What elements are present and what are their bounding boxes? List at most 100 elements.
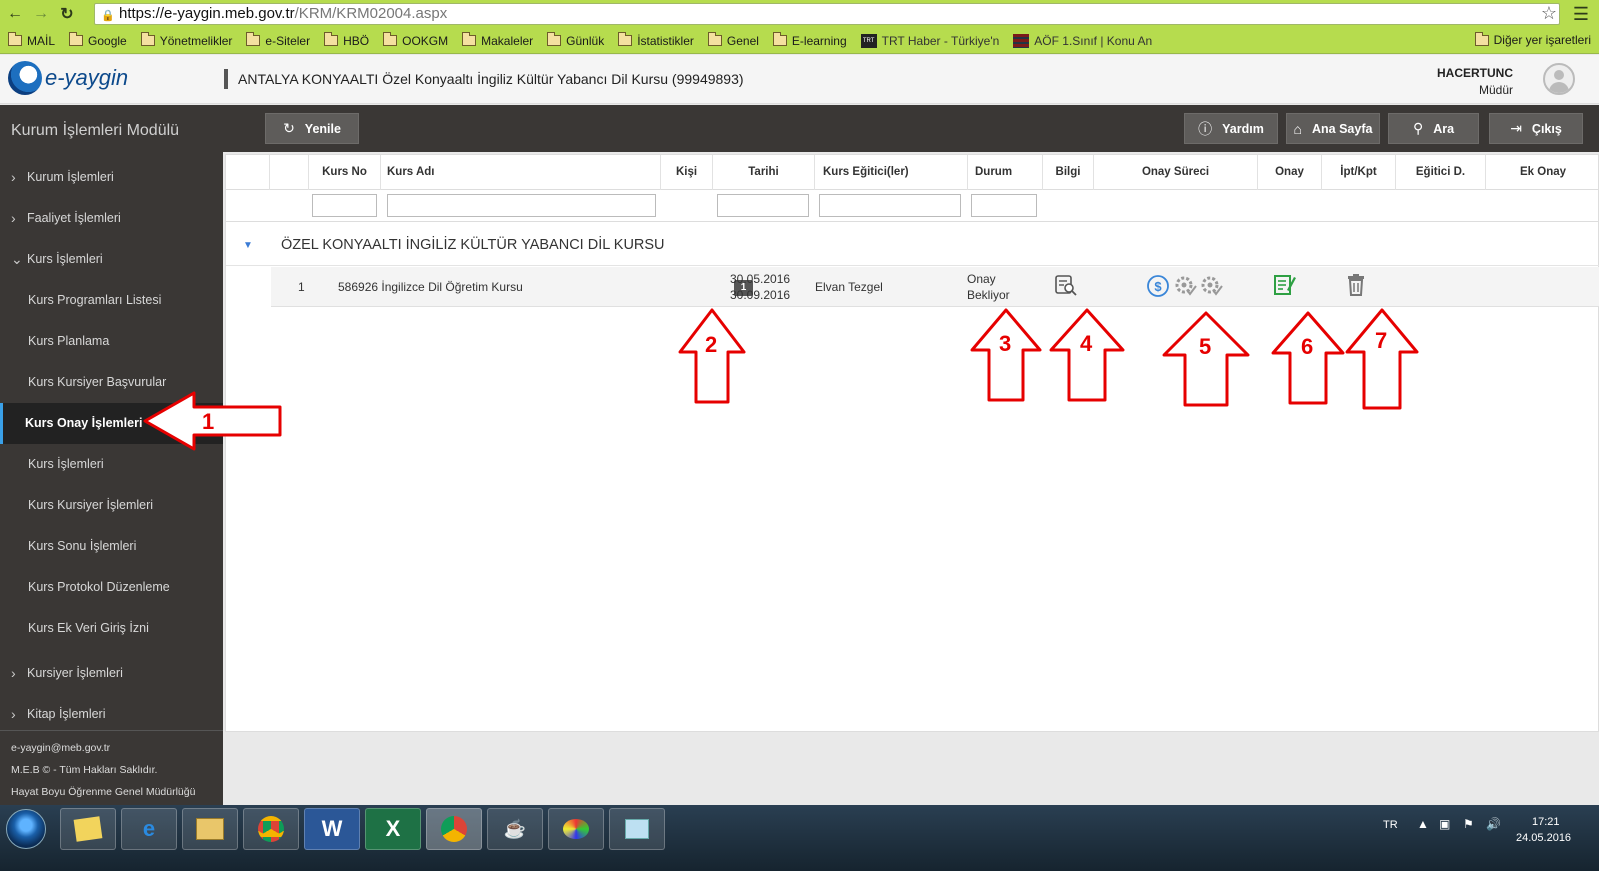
sidebar-item-kursiyer-islemleri[interactable]: › Kursiyer İşlemleri bbox=[0, 653, 223, 694]
bookmark-item[interactable]: İstatistikler bbox=[618, 32, 694, 48]
logout-button[interactable]: ⇥ Çıkış bbox=[1489, 113, 1583, 144]
module-title: Kurum İşlemleri Modülü bbox=[11, 122, 180, 139]
filter-row bbox=[226, 190, 1599, 222]
show-hidden-icons[interactable]: ▲ bbox=[1417, 817, 1429, 831]
annotation-arrow-3: 3 bbox=[970, 308, 1042, 402]
sidebar-subitem-kurs-protokol[interactable]: Kurs Protokol Düzenleme bbox=[0, 567, 223, 608]
folder-icon bbox=[140, 32, 155, 46]
header-durum[interactable]: Durum bbox=[968, 155, 1043, 190]
course-approval-grid: Kurs No Kurs Adı Kişi Tarihi Kurs Eğitic… bbox=[225, 154, 1599, 732]
books-icon bbox=[1013, 33, 1030, 48]
footer-email[interactable]: e-yaygin@meb.gov.tr bbox=[11, 737, 212, 759]
sidebar-subitem-ek-veri-giris[interactable]: Kurs Ek Veri Giriş İzni bbox=[0, 608, 223, 649]
file-explorer-icon[interactable] bbox=[182, 808, 238, 850]
search-icon: ⚲ bbox=[1412, 120, 1424, 136]
folder-icon bbox=[707, 32, 722, 46]
footer-org: Hayat Boyu Öğrenme Genel Müdürlüğü bbox=[11, 786, 196, 798]
bookmark-item[interactable]: E-learning bbox=[772, 32, 847, 48]
bookmark-item[interactable]: Google bbox=[69, 32, 127, 48]
clock-time[interactable]: 17:21 bbox=[1532, 816, 1560, 828]
collapse-triangle-icon[interactable]: ▼ bbox=[243, 240, 253, 251]
header-kisi[interactable]: Kişi bbox=[661, 155, 713, 190]
word-icon[interactable]: W bbox=[304, 808, 360, 850]
header-egitici[interactable]: Kurs Eğitici(ler) bbox=[815, 155, 968, 190]
header-kurs-adi[interactable]: Kurs Adı bbox=[381, 155, 661, 190]
main-toolbar: ↻ Yenile ⓘ Yardım ⌂ Ana Sayfa ⚲ Ara ⇥ Çıkış bbox=[223, 105, 1599, 152]
help-button[interactable]: ⓘ Yardım bbox=[1184, 113, 1278, 144]
table-row[interactable]: 1 586926 İngilizce Dil Öğretim Kursu 1 3… bbox=[271, 267, 1599, 307]
approval-process-icon[interactable]: $ bbox=[1147, 274, 1227, 301]
sidebar-item-faaliyet-islemleri[interactable]: › Faaliyet İşlemleri bbox=[0, 198, 223, 239]
action-center-flag-icon[interactable]: ⚑ bbox=[1463, 817, 1474, 831]
search-button[interactable]: ⚲ Ara bbox=[1388, 113, 1479, 144]
folder-icon bbox=[1474, 31, 1489, 46]
browser-menu-icon[interactable]: ☰ bbox=[1573, 4, 1589, 25]
annotation-arrow-6: 6 bbox=[1271, 311, 1345, 405]
sidebar-subitem-kurs-planlama[interactable]: Kurs Planlama bbox=[0, 321, 223, 362]
browser-toolbar: ← → ↻ 🔒 https://e-yaygin.meb.gov.tr/KRM/… bbox=[0, 0, 1599, 28]
header-kurs-no[interactable]: Kurs No bbox=[309, 155, 381, 190]
bookmark-item[interactable]: Makaleler bbox=[462, 32, 533, 48]
bookmark-star-icon[interactable]: ☆ bbox=[1541, 3, 1557, 24]
network-icon[interactable]: ▣ bbox=[1439, 817, 1450, 831]
home-icon: ⌂ bbox=[1293, 120, 1302, 137]
approve-edit-icon[interactable] bbox=[1273, 273, 1297, 300]
folder-icon bbox=[618, 32, 633, 46]
other-bookmarks[interactable]: Diğer yer işaretleri bbox=[1474, 31, 1591, 47]
header-tarihi[interactable]: Tarihi bbox=[713, 155, 815, 190]
svg-text:$: $ bbox=[1154, 279, 1162, 294]
filter-durum[interactable] bbox=[971, 194, 1037, 217]
java-icon[interactable]: ☕ bbox=[487, 808, 543, 850]
logo-icon bbox=[8, 61, 42, 95]
arrow-number-4: 4 bbox=[1080, 331, 1093, 356]
avatar[interactable] bbox=[1543, 63, 1575, 95]
clock-date[interactable]: 24.05.2016 bbox=[1516, 832, 1571, 844]
sidebar-subitem-kurs-kursiyer-islemleri[interactable]: Kurs Kursiyer İşlemleri bbox=[0, 485, 223, 526]
bookmark-item[interactable]: e-Siteler bbox=[246, 32, 310, 48]
chrome-icon[interactable] bbox=[243, 808, 299, 850]
annotation-arrow-4: 4 bbox=[1049, 308, 1125, 402]
bookmark-item[interactable]: MAİL bbox=[8, 32, 55, 48]
bookmark-item[interactable]: Günlük bbox=[547, 32, 604, 48]
bookmark-item[interactable]: OOKGM bbox=[383, 32, 448, 48]
bookmark-item[interactable]: HBÖ bbox=[324, 32, 369, 48]
row-durum-line2: Bekliyor bbox=[967, 288, 1010, 302]
start-button[interactable] bbox=[6, 809, 46, 849]
header-onay: Onay bbox=[1258, 155, 1322, 190]
home-button[interactable]: ⌂ Ana Sayfa bbox=[1286, 113, 1380, 144]
e-yaygin-logo[interactable]: e-yaygin bbox=[8, 61, 128, 95]
paint-icon[interactable] bbox=[548, 808, 604, 850]
filter-tarihi[interactable] bbox=[717, 194, 809, 217]
internet-explorer-icon[interactable]: e bbox=[121, 808, 177, 850]
refresh-button[interactable]: ↻ Yenile bbox=[265, 113, 359, 144]
forward-icon[interactable]: → bbox=[30, 3, 52, 25]
sticky-window-icon[interactable] bbox=[609, 808, 665, 850]
filter-egitici[interactable] bbox=[819, 194, 961, 217]
sidebar-subitem-kurs-programlari[interactable]: Kurs Programları Listesi bbox=[0, 280, 223, 321]
excel-icon[interactable]: X bbox=[365, 808, 421, 850]
bookmark-trt[interactable]: TRT TRT Haber - Türkiye'n bbox=[860, 33, 999, 48]
sidebar-item-kitap-islemleri[interactable]: › Kitap İşlemleri bbox=[0, 694, 223, 735]
address-bar[interactable]: 🔒 https://e-yaygin.meb.gov.tr/KRM/KRM020… bbox=[94, 3, 1560, 25]
language-indicator[interactable]: TR bbox=[1383, 819, 1398, 831]
bookmark-item[interactable]: Yönetmelikler bbox=[140, 32, 232, 48]
annotation-arrow-1: 1 bbox=[143, 391, 282, 451]
sidebar-item-kurum-islemleri[interactable]: › Kurum İşlemleri bbox=[0, 157, 223, 198]
folder-icon bbox=[547, 32, 562, 46]
filter-kurs-adi[interactable] bbox=[387, 194, 656, 217]
arrow-number-5: 5 bbox=[1199, 334, 1211, 359]
chrome-active-icon[interactable] bbox=[426, 808, 482, 850]
info-detail-icon[interactable] bbox=[1054, 273, 1078, 300]
reload-icon[interactable]: ↻ bbox=[56, 3, 78, 25]
trash-icon[interactable] bbox=[1345, 273, 1367, 300]
sidebar-item-kurs-islemleri[interactable]: ⌄ Kurs İşlemleri bbox=[0, 239, 223, 280]
sidebar-subitem-kurs-sonu-islemleri[interactable]: Kurs Sonu İşlemleri bbox=[0, 526, 223, 567]
volume-icon[interactable]: 🔊 bbox=[1486, 817, 1501, 831]
notes-app-icon[interactable] bbox=[60, 808, 116, 850]
back-icon[interactable]: ← bbox=[4, 3, 26, 25]
folder-icon bbox=[8, 32, 22, 46]
arrow-number-7: 7 bbox=[1375, 328, 1387, 353]
bookmark-aof[interactable]: AÖF 1.Sınıf | Konu An bbox=[1013, 33, 1152, 48]
filter-kurs-no[interactable] bbox=[312, 194, 377, 217]
bookmark-item[interactable]: Genel bbox=[707, 32, 759, 48]
